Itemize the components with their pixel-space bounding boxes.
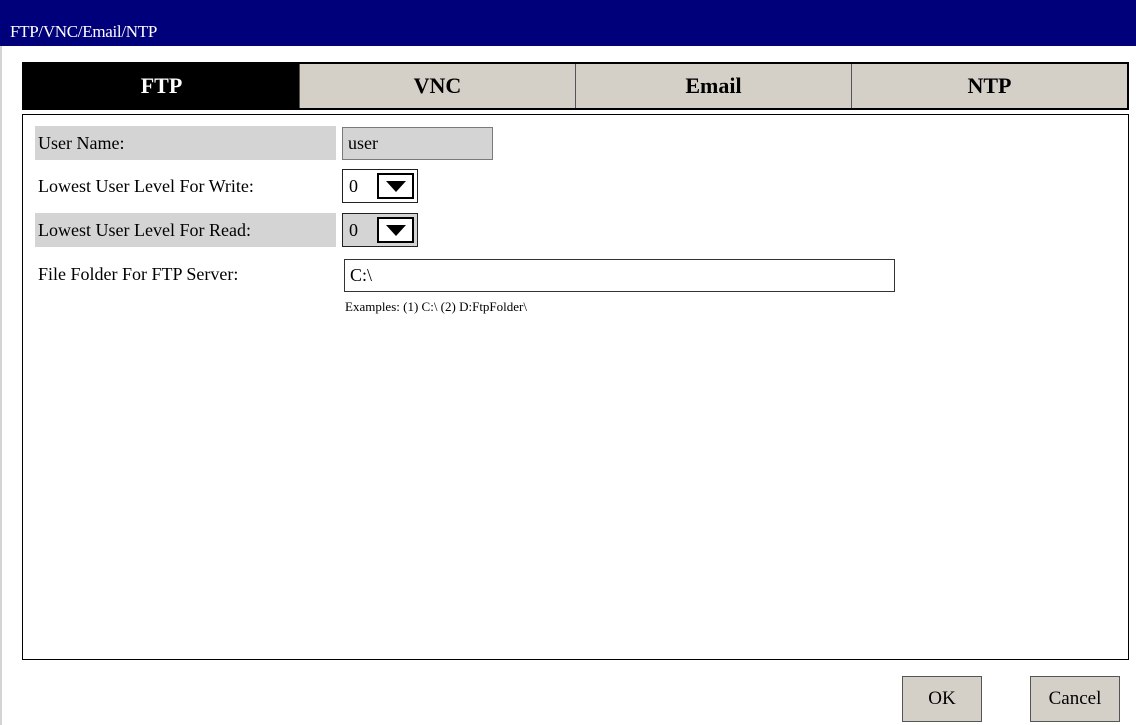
tab-bar: FTP VNC Email NTP bbox=[22, 62, 1129, 110]
chevron-down-icon[interactable] bbox=[377, 173, 414, 199]
tab-email[interactable]: Email bbox=[575, 64, 851, 108]
tab-vnc[interactable]: VNC bbox=[299, 64, 575, 108]
read-level-label: Lowest User Level For Read: bbox=[35, 213, 336, 247]
ftp-folder-label: File Folder For FTP Server: bbox=[38, 264, 239, 284]
read-level-select[interactable]: 0 bbox=[342, 213, 418, 247]
ok-button[interactable]: OK bbox=[902, 676, 982, 722]
write-level-select[interactable]: 0 bbox=[342, 169, 418, 203]
write-level-label: Lowest User Level For Write: bbox=[38, 176, 254, 196]
ftp-folder-examples: Examples: (1) C:\ (2) D:FtpFolder\ bbox=[345, 299, 527, 314]
tab-ntp[interactable]: NTP bbox=[851, 64, 1127, 108]
window-left-edge bbox=[0, 0, 2, 725]
ftp-folder-input[interactable]: C:\ bbox=[344, 259, 895, 292]
cancel-button[interactable]: Cancel bbox=[1030, 676, 1120, 722]
read-level-value: 0 bbox=[349, 220, 358, 240]
tab-ftp[interactable]: FTP bbox=[24, 64, 299, 108]
write-level-value: 0 bbox=[349, 176, 358, 196]
ftp-settings-panel: User Name: user Lowest User Level For Wr… bbox=[22, 114, 1129, 660]
user-name-label: User Name: bbox=[35, 126, 336, 160]
chevron-down-icon[interactable] bbox=[377, 217, 414, 243]
window-title: FTP/VNC/Email/NTP bbox=[10, 22, 157, 41]
title-bar: FTP/VNC/Email/NTP bbox=[0, 0, 1136, 46]
user-name-field[interactable]: user bbox=[342, 127, 493, 160]
